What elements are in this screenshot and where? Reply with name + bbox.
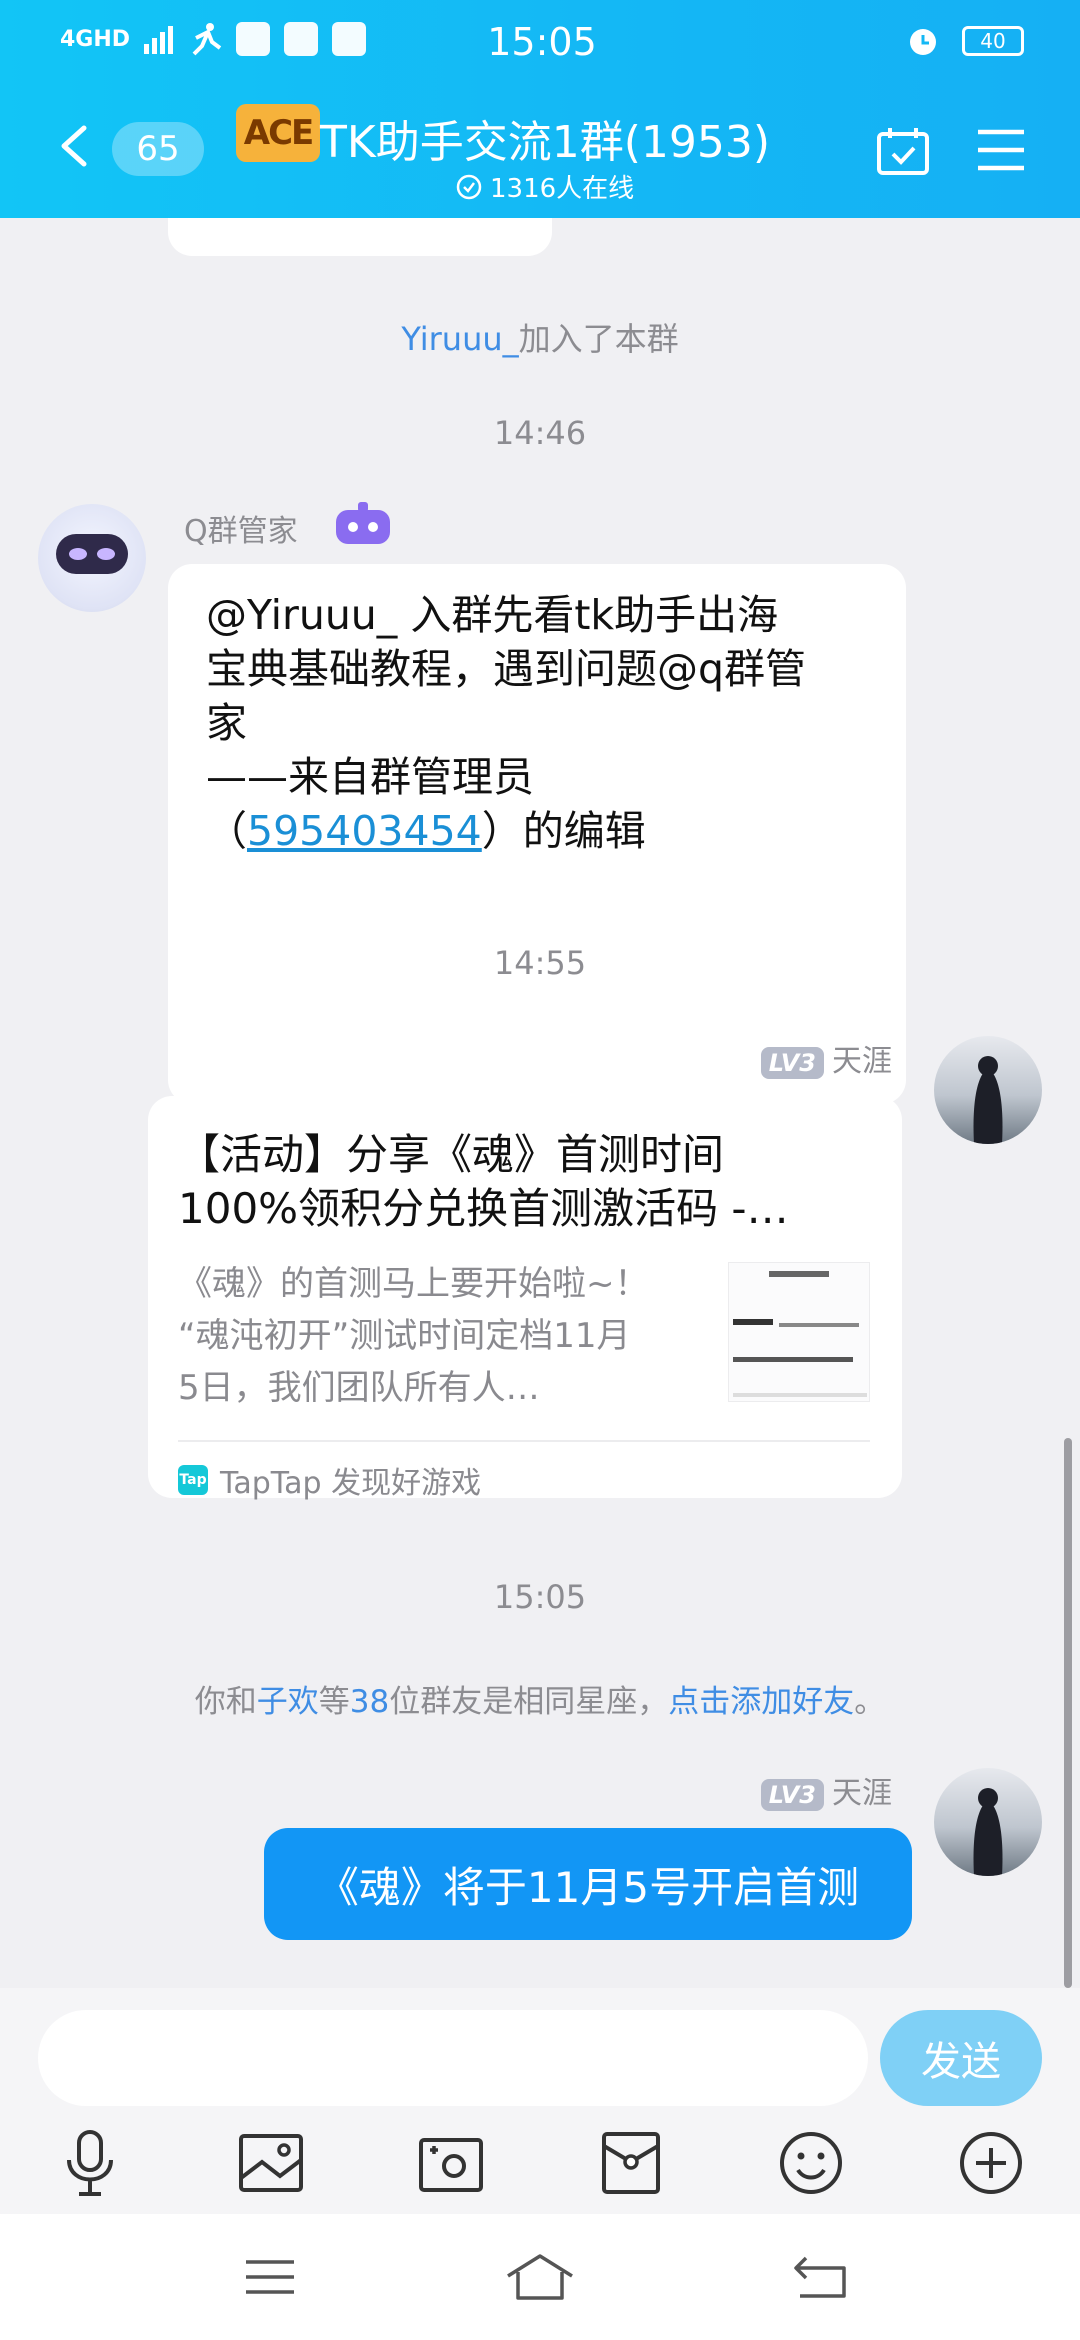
recent-apps-icon[interactable] — [240, 2252, 300, 2302]
image-icon[interactable] — [236, 2128, 306, 2198]
check-circle-icon — [456, 174, 482, 199]
previous-message-bubble[interactable] — [168, 218, 552, 256]
level-badge: LV3 — [760, 1047, 824, 1079]
send-button[interactable]: 发送 — [880, 2010, 1042, 2106]
taptap-icon: Tap — [178, 1465, 208, 1495]
back-nav-icon[interactable] — [790, 2252, 850, 2302]
message-list[interactable]: Yiruuu_加入了本群 14:46 Q群管家 @Yiruuu_ 入群先看tk助… — [0, 218, 1080, 1988]
timestamp: 14:55 — [493, 944, 587, 982]
admin-qq-link[interactable]: 595403454 — [247, 807, 482, 855]
camera-icon[interactable] — [416, 2128, 486, 2198]
input-area: 发送 — [0, 1988, 1080, 2214]
timestamp: 15:05 — [493, 1578, 587, 1616]
alarm-icon — [910, 29, 936, 55]
status-bar: 4GHD 15:05 40 — [60, 18, 1024, 66]
network-indicator: 4GHD — [60, 26, 131, 52]
microphone-icon[interactable] — [55, 2128, 125, 2198]
bot-badge-icon — [336, 502, 390, 544]
emoji-icon[interactable] — [776, 2128, 846, 2198]
plus-icon[interactable] — [956, 2128, 1026, 2198]
zodiac-notice: 你和子欢等38位群友是相同星座，点击添加好友。 — [194, 1684, 886, 1720]
card-source: Tap TapTap 发现好游戏 — [178, 1465, 482, 1501]
nav-bar: 65 ACE TK助手交流1群(1953) 1316人在线 — [0, 96, 1080, 206]
sender-name: LV3 天涯 — [760, 1768, 892, 1812]
battery-indicator: 40 — [962, 26, 1024, 56]
card-title: 【活动】分享《魂》首测时间 — [178, 1130, 725, 1179]
toolbar — [0, 2128, 1080, 2208]
app-notification-icon — [284, 22, 319, 56]
add-friend-link[interactable]: 点击添加好友 — [668, 1684, 854, 1720]
system-nav-bar — [0, 2214, 1080, 2340]
home-icon[interactable] — [504, 2252, 576, 2302]
join-user-link[interactable]: Yiruuu_ — [401, 320, 518, 358]
friend-link[interactable]: 子欢 — [257, 1684, 319, 1720]
bot-name: Q群管家 — [184, 514, 298, 549]
red-packet-icon[interactable] — [596, 2128, 666, 2198]
signal-icon — [144, 26, 174, 54]
message-input[interactable] — [38, 2010, 868, 2106]
unread-count-badge[interactable]: 65 — [112, 122, 204, 176]
sender-name: LV3 天涯 — [760, 1036, 892, 1080]
my-message-bubble[interactable]: 《魂》将于11月5号开启首测 — [264, 1828, 912, 1940]
level-badge: LV3 — [760, 1779, 824, 1811]
robot-icon — [56, 534, 128, 574]
user-avatar[interactable] — [934, 1768, 1042, 1876]
chat-header: 4GHD 15:05 40 65 ACE TK助手交流1群(1953) 1316… — [0, 0, 1080, 218]
timestamp: 14:46 — [493, 414, 587, 452]
alipay-icon — [236, 22, 271, 56]
group-title[interactable]: TK助手交流1群(1953) — [320, 106, 770, 170]
scrollbar[interactable] — [1064, 1438, 1072, 1988]
card-divider — [178, 1440, 870, 1442]
back-icon[interactable] — [56, 124, 90, 168]
card-description: 《魂》的首测马上要开始啦~！ “魂沌初开”测试时间定档11月 5日，我们团队所有… — [178, 1264, 649, 1408]
online-count[interactable]: 1316人在线 — [456, 168, 634, 205]
run-app-icon — [192, 23, 222, 56]
bot-message-bubble[interactable]: @Yiruuu_ 入群先看tk助手出海 宝典基础教程，遇到问题@q群管 家 ——… — [168, 564, 906, 1104]
share-card[interactable]: 【活动】分享《魂》首测时间 100%领积分兑换首测激活码 -… 《魂》的首测马上… — [148, 1096, 902, 1501]
user-avatar[interactable] — [934, 1036, 1042, 1144]
status-time: 15:05 — [487, 20, 597, 64]
menu-icon[interactable] — [976, 128, 1026, 172]
calendar-check-icon[interactable] — [876, 126, 930, 176]
bot-avatar[interactable] — [38, 504, 146, 612]
join-notice: Yiruuu_加入了本群 — [401, 320, 679, 358]
group-avatar[interactable]: ACE — [236, 104, 320, 162]
card-thumbnail — [728, 1262, 870, 1402]
photo-app-icon — [332, 22, 367, 56]
